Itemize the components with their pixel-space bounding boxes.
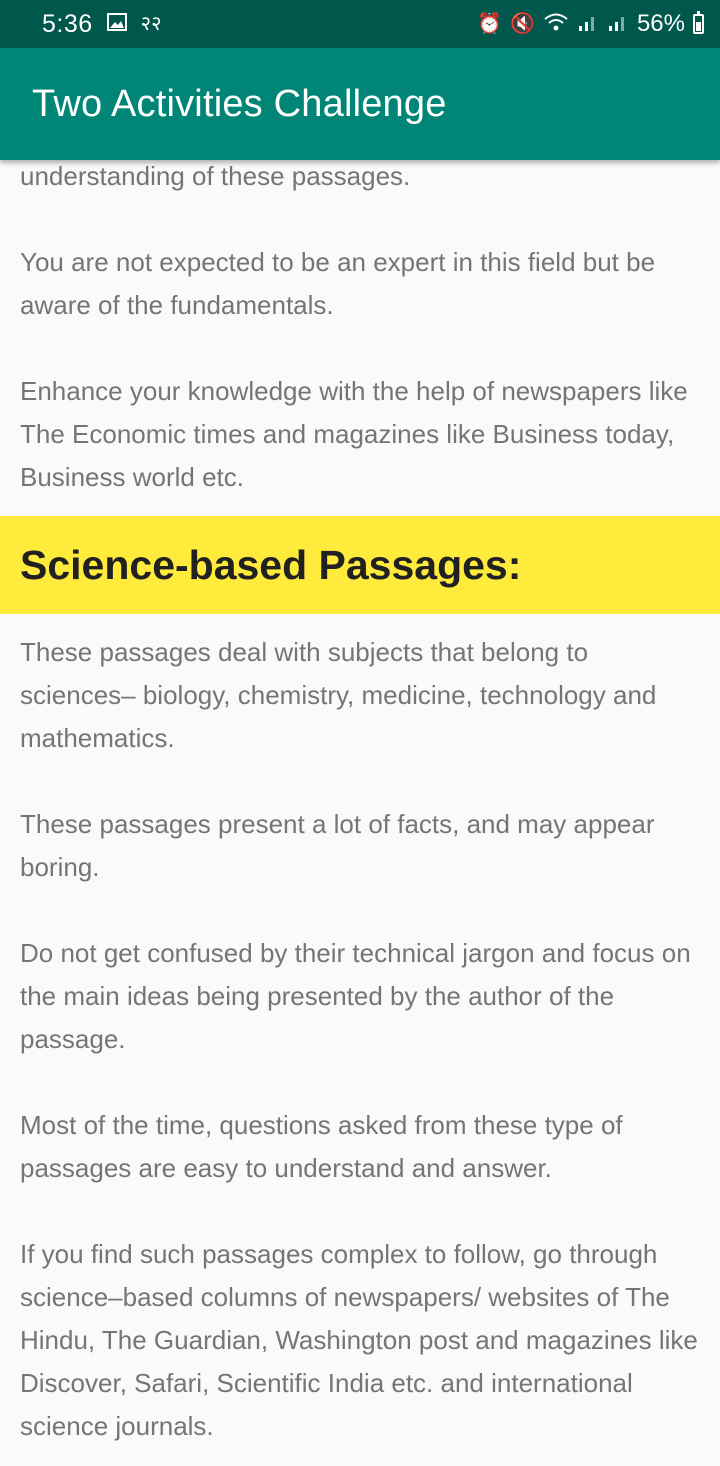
status-time: 5:36 bbox=[42, 9, 93, 38]
signal-icon bbox=[607, 10, 629, 39]
paragraph: understanding of these passages. bbox=[20, 161, 411, 191]
app-bar: Two Activities Challenge bbox=[0, 48, 720, 160]
battery-icon bbox=[693, 11, 704, 34]
status-right: ⏰ 🔇 56% bbox=[477, 10, 704, 39]
status-extra-text: २२ bbox=[140, 13, 162, 35]
status-left: 5:36 २२ bbox=[42, 10, 161, 39]
battery-percent: 56% bbox=[636, 10, 685, 37]
section-title: Science-based Passages: bbox=[20, 541, 522, 588]
wifi-icon bbox=[543, 10, 569, 39]
paragraph: Most of the time, questions asked from t… bbox=[20, 1110, 623, 1183]
alarm-icon: ⏰ bbox=[477, 13, 503, 35]
battery-fill bbox=[696, 22, 701, 31]
signal-icon bbox=[577, 10, 599, 39]
image-icon bbox=[106, 13, 127, 35]
app-title: Two Activities Challenge bbox=[32, 82, 447, 125]
paragraph: Do not get confused by their technical j… bbox=[20, 938, 691, 1054]
scroll-content[interactable]: understanding of these passages. You are… bbox=[0, 155, 720, 1448]
paragraph: Enhance your knowledge with the help of … bbox=[20, 376, 688, 492]
mute-icon: 🔇 bbox=[510, 13, 535, 35]
paragraph: These passages deal with subjects that b… bbox=[20, 637, 657, 753]
status-bar: 5:36 २२ ⏰ 🔇 56% bbox=[0, 0, 720, 48]
paragraph: You are not expected to be an expert in … bbox=[20, 247, 656, 320]
paragraph: If you find such passages complex to fol… bbox=[20, 1239, 698, 1441]
paragraph: These passages present a lot of facts, a… bbox=[20, 809, 655, 882]
section-header: Science-based Passages: bbox=[0, 516, 720, 614]
